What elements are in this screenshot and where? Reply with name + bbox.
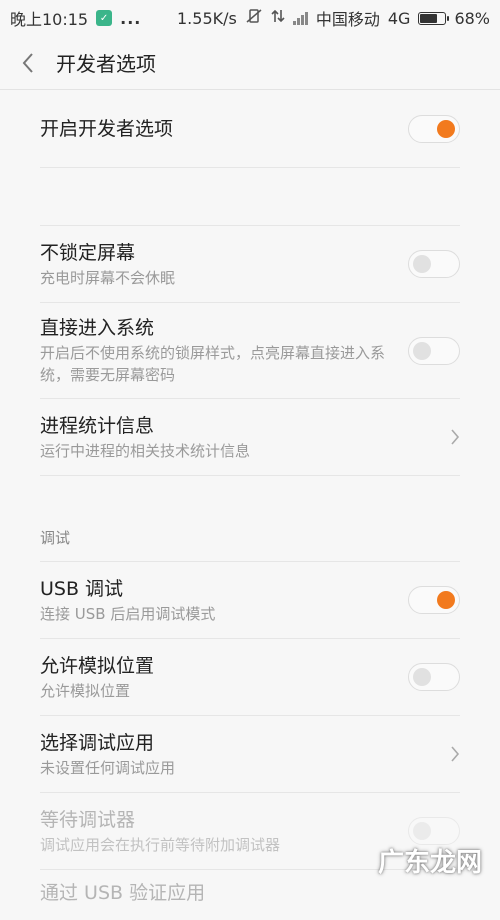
setting-stay-awake[interactable]: 不锁定屏幕 充电时屏幕不会休眠 (40, 226, 460, 303)
setting-title: 不锁定屏幕 (40, 241, 136, 264)
page-title: 开发者选项 (56, 52, 156, 76)
setting-subtitle: 开启后不使用系统的锁屏样式，点亮屏幕直接进入系统，需要无屏幕密码 (40, 344, 386, 384)
setting-debug-app[interactable]: 选择调试应用 未设置任何调试应用 (40, 716, 460, 793)
chevron-left-icon (22, 52, 33, 73)
status-time: 晚上10:15 (10, 10, 89, 29)
setting-subtitle: 未设置任何调试应用 (40, 758, 176, 777)
settings-list: 开启开发者选项 不锁定屏幕 充电时屏幕不会休眠 直接进入系统 开启后不使用系统的… (40, 90, 460, 920)
setting-subtitle: 调试应用会在执行前等待附加调试器 (40, 835, 281, 854)
toggle-knob (413, 341, 431, 360)
setting-subtitle: 运行中进程的相关技术统计信息 (40, 441, 251, 460)
section-gap (40, 168, 460, 226)
setting-title: 允许模拟位置 (40, 654, 155, 677)
wait-debugger-toggle (408, 817, 460, 845)
toggle-knob (437, 119, 455, 138)
mock-location-toggle[interactable] (408, 663, 460, 691)
setting-title: 通过 USB 验证应用 (40, 882, 206, 904)
status-bar: 晚上10:15 ✓ ... 1.55K/s 中国移动 4G 68% (0, 0, 500, 36)
setting-title: 直接进入系统 (40, 317, 155, 339)
setting-subtitle: 连接 USB 后启用调试模式 (40, 604, 216, 623)
setting-process-stats[interactable]: 进程统计信息 运行中进程的相关技术统计信息 (40, 399, 460, 476)
app-header: 开发者选项 (0, 36, 500, 90)
section-header-debug: 调试 (40, 476, 460, 562)
signal-icon (292, 11, 308, 25)
setting-developer-options[interactable]: 开启开发者选项 (40, 90, 460, 168)
setting-title: 开启开发者选项 (40, 117, 174, 140)
toggle-knob (413, 668, 431, 686)
setting-title: 等待调试器 (40, 808, 136, 831)
direct-boot-toggle[interactable] (408, 336, 460, 365)
stay-awake-toggle[interactable] (408, 250, 460, 278)
setting-usb-debugging[interactable]: USB 调试 连接 USB 后启用调试模式 (40, 562, 460, 639)
setting-subtitle: 充电时屏幕不会休眠 (40, 268, 176, 287)
battery-percent: 68% (454, 8, 490, 28)
toggle-knob (413, 822, 431, 840)
setting-title: 选择调试应用 (40, 731, 155, 754)
setting-subtitle: 允许模拟位置 (40, 681, 131, 700)
network-type: 4G (387, 8, 411, 28)
toggle-knob (413, 255, 431, 273)
chevron-right-icon (440, 740, 460, 768)
chevron-right-icon (440, 423, 460, 451)
setting-title: USB 调试 (40, 577, 124, 600)
carrier-name: 中国移动 (315, 10, 380, 29)
setting-mock-location[interactable]: 允许模拟位置 允许模拟位置 (40, 639, 460, 716)
setting-title: 进程统计信息 (40, 414, 155, 437)
shield-icon: ✓ (96, 10, 113, 26)
vibrate-off-icon (245, 8, 263, 28)
watermark-logo: 广东龙网 (377, 848, 482, 878)
battery-icon (418, 11, 450, 25)
developer-options-toggle[interactable] (408, 114, 460, 143)
notification-dots: ... (120, 8, 142, 28)
network-speed: 1.55K/s (177, 8, 237, 28)
setting-direct-boot[interactable]: 直接进入系统 开启后不使用系统的锁屏样式，点亮屏幕直接进入系统，需要无屏幕密码 (40, 303, 460, 399)
toggle-knob (437, 591, 455, 609)
back-button[interactable] (0, 36, 56, 90)
usb-debugging-toggle[interactable] (408, 586, 460, 614)
data-transfer-icon (271, 8, 285, 28)
